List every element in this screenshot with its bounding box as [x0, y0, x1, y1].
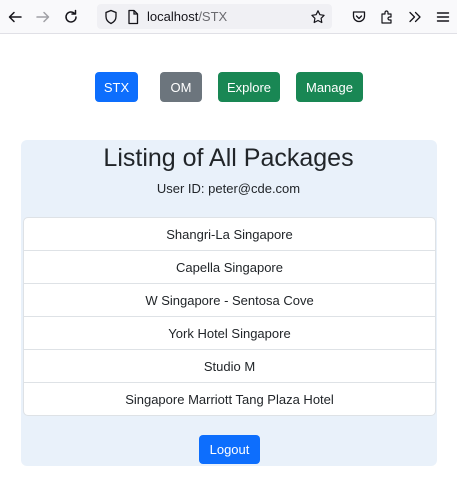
- page-title: Listing of All Packages: [103, 144, 354, 172]
- manage-button[interactable]: Manage: [296, 72, 363, 102]
- explore-button[interactable]: Explore: [218, 72, 280, 102]
- package-item[interactable]: W Singapore - Sentosa Cove: [24, 283, 435, 316]
- back-arrow-icon[interactable]: [5, 7, 25, 27]
- user-id-text: User ID: peter@cde.com: [156, 181, 301, 196]
- shield-icon[interactable]: [101, 7, 121, 27]
- extensions-icon[interactable]: [377, 7, 397, 27]
- reload-icon[interactable]: [61, 7, 81, 27]
- package-item[interactable]: Capella Singapore: [24, 250, 435, 283]
- stx-button[interactable]: STX: [95, 72, 138, 102]
- url-host: localhost: [147, 9, 199, 24]
- url-text: localhost/STX: [147, 9, 227, 24]
- bookmark-star-icon[interactable]: [308, 7, 328, 27]
- package-list: Shangri-La Singapore Capella Singapore W…: [23, 217, 436, 416]
- package-item[interactable]: Studio M: [24, 349, 435, 382]
- pocket-icon[interactable]: [349, 7, 369, 27]
- forward-arrow-icon[interactable]: [33, 7, 53, 27]
- package-item[interactable]: York Hotel Singapore: [24, 316, 435, 349]
- package-item[interactable]: Shangri-La Singapore: [24, 218, 435, 250]
- package-item[interactable]: Singapore Marriott Tang Plaza Hotel: [24, 382, 435, 415]
- overflow-chevrons-icon[interactable]: [405, 7, 425, 27]
- browser-toolbar: localhost/STX: [0, 0, 457, 34]
- logout-button[interactable]: Logout: [199, 435, 260, 464]
- url-bar[interactable]: localhost/STX: [97, 4, 332, 29]
- url-path: /STX: [198, 9, 228, 24]
- om-button[interactable]: OM: [160, 72, 202, 102]
- hamburger-menu-icon[interactable]: [433, 7, 453, 27]
- page-icon[interactable]: [123, 7, 143, 27]
